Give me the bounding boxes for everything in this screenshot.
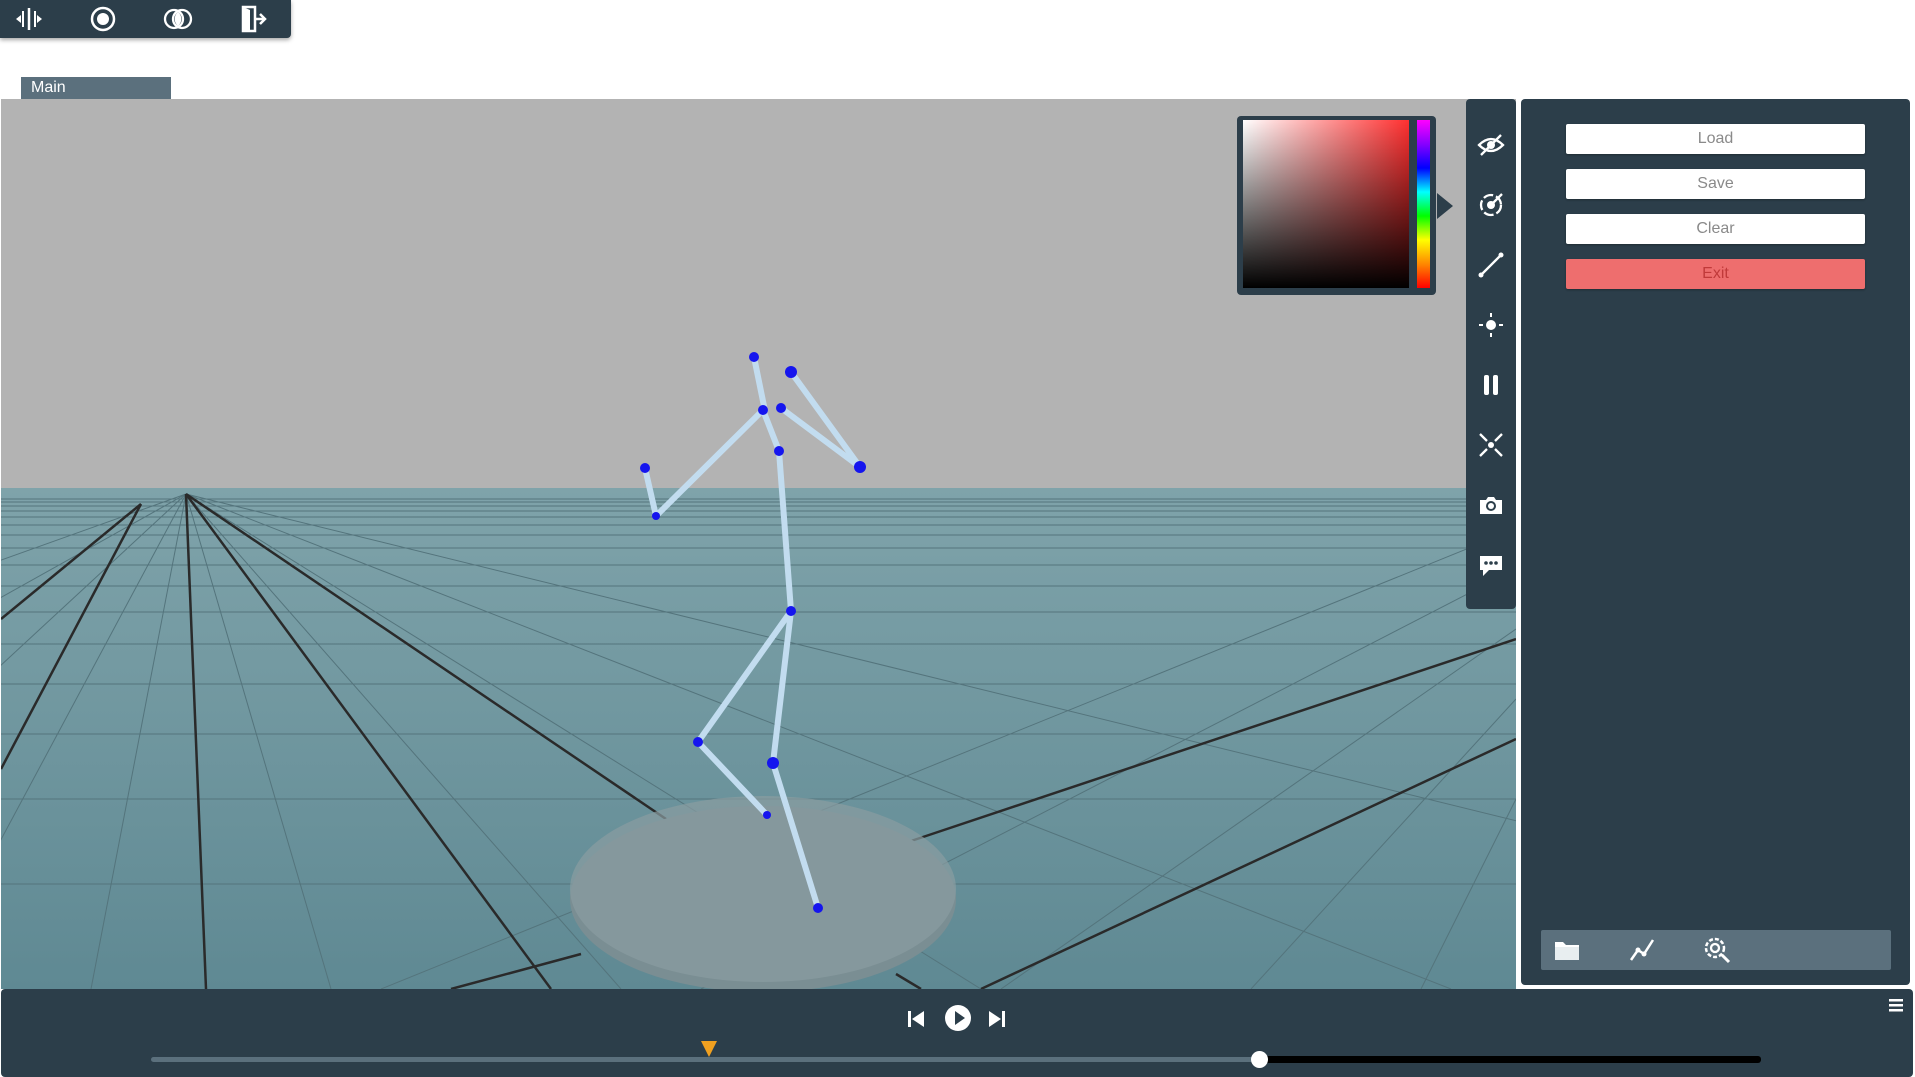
joint[interactable]	[763, 811, 771, 819]
color-picker	[1237, 116, 1436, 295]
pause-icon[interactable]	[1476, 370, 1506, 400]
split-view-icon[interactable]	[14, 4, 44, 34]
settings-search-icon[interactable]	[1702, 935, 1732, 965]
tool-strip	[1466, 99, 1516, 609]
hue-slider[interactable]	[1417, 120, 1430, 288]
camera-icon[interactable]	[1476, 490, 1506, 520]
joint[interactable]	[640, 463, 650, 473]
scatter-icon[interactable]	[1476, 430, 1506, 460]
joint[interactable]	[749, 352, 759, 362]
timeline-track-played[interactable]	[151, 1057, 1259, 1062]
light-icon[interactable]	[1476, 310, 1506, 340]
line-tool-icon[interactable]	[1476, 250, 1506, 280]
joint[interactable]	[774, 446, 784, 456]
graph-icon[interactable]	[1627, 935, 1657, 965]
play-icon[interactable]	[943, 1003, 973, 1033]
skip-back-icon[interactable]	[904, 1007, 928, 1031]
joint[interactable]	[652, 512, 660, 520]
keyframe-marker[interactable]	[701, 1041, 717, 1057]
joint[interactable]	[758, 405, 768, 415]
chat-icon[interactable]	[1476, 550, 1506, 580]
right-panel: Load Save Clear Exit	[1521, 99, 1910, 985]
top-toolbar	[0, 0, 291, 38]
eye-off-icon[interactable]	[1476, 130, 1506, 160]
timeline-scrubber-thumb[interactable]	[1251, 1051, 1268, 1068]
tab-main[interactable]: Main	[21, 77, 171, 99]
load-button[interactable]: Load	[1566, 124, 1865, 154]
joint[interactable]	[854, 461, 866, 473]
exit-door-icon[interactable]	[238, 4, 268, 34]
skip-forward-icon[interactable]	[985, 1007, 1009, 1031]
color-picker-pointer	[1437, 193, 1453, 219]
color-saturation-area[interactable]	[1243, 120, 1409, 288]
save-button[interactable]: Save	[1566, 169, 1865, 199]
joint[interactable]	[785, 366, 797, 378]
panel-tab-bar	[1541, 930, 1891, 970]
clear-button[interactable]: Clear	[1566, 214, 1865, 244]
joint[interactable]	[813, 903, 823, 913]
folder-icon[interactable]	[1552, 935, 1582, 965]
timeline-bar	[1, 989, 1913, 1077]
exit-button[interactable]: Exit	[1566, 259, 1865, 289]
blend-icon[interactable]	[163, 4, 193, 34]
menu-icon[interactable]	[1885, 994, 1907, 1016]
target-icon[interactable]	[1476, 190, 1506, 220]
joint[interactable]	[786, 606, 796, 616]
joint[interactable]	[776, 403, 786, 413]
joint[interactable]	[767, 757, 779, 769]
record-icon[interactable]	[88, 4, 118, 34]
timeline-track-remaining[interactable]	[1259, 1056, 1761, 1063]
joint[interactable]	[693, 737, 703, 747]
